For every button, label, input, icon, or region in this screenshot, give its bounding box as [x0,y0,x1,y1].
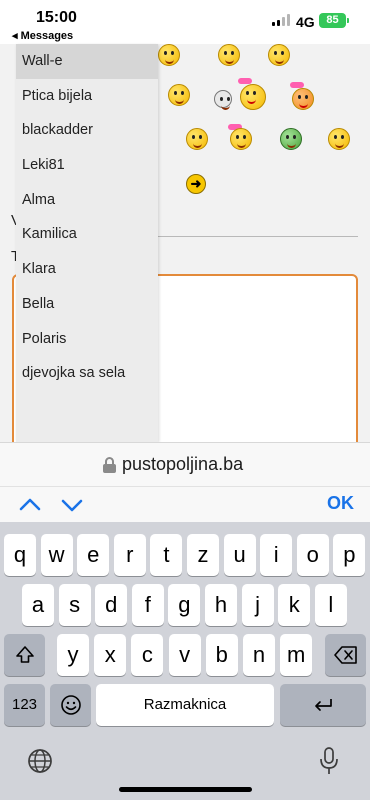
key-h[interactable]: h [205,584,237,626]
key-s[interactable]: s [58,584,91,626]
autocomplete-option[interactable]: Leki81 [16,148,158,183]
key-e[interactable]: e [77,534,110,576]
surprised-girl-emoticon[interactable] [230,128,252,150]
key-c[interactable]: c [131,634,164,676]
camera-girl-emoticon[interactable] [240,84,266,110]
emoji-key[interactable] [50,684,91,726]
signal-icon [272,14,292,26]
back-to-messages-link[interactable]: ◂ Messages [12,29,73,42]
url-text: pustopoljina.ba [122,454,244,474]
surprised-emoticon[interactable] [168,84,190,106]
autocomplete-dropdown: Wall-e Ptica bijela blackadder Leki81 Alma Ka… [16,44,158,442]
autocomplete-option[interactable]: Wall-e [16,44,158,79]
smiley-emoticon[interactable] [158,44,180,66]
key-r[interactable]: r [113,534,146,576]
camera-emoticon[interactable] [214,90,232,110]
key-t[interactable]: t [150,534,183,576]
return-icon [315,699,332,711]
key-y[interactable]: y [57,634,89,676]
url-bar[interactable]: pustopoljina.ba [0,442,370,486]
key-u[interactable]: u [223,534,256,576]
network-type: 4G [296,14,315,30]
key-p[interactable]: p [333,534,366,576]
key-m[interactable]: m [280,634,313,676]
autocomplete-option[interactable]: blackadder [16,113,158,148]
key-f[interactable]: f [131,584,164,626]
tongue-emoticon[interactable] [186,128,208,150]
key-z[interactable]: z [187,534,219,576]
lock-icon [103,457,116,473]
battery-icon: 85 [319,13,349,28]
backspace-key[interactable] [325,634,366,676]
autocomplete-option[interactable]: Polaris [16,322,158,357]
thinking-emoticon[interactable] [328,128,350,150]
globe-icon[interactable] [27,748,53,774]
form-assistant-bar: OK [0,486,370,522]
chevron-up-icon [19,498,41,511]
key-l[interactable]: l [314,584,347,626]
key-a[interactable]: a [22,584,54,626]
previous-field-button[interactable] [16,491,44,519]
arrow-right-icon[interactable]: ➜ [186,174,206,194]
shift-icon [15,646,34,663]
return-key[interactable] [280,684,366,726]
key-x[interactable]: x [94,634,127,676]
autocomplete-option[interactable]: Ptica bijela [16,79,158,114]
space-key[interactable]: Razmaknica [96,684,274,726]
chevron-down-icon [61,499,83,512]
autocomplete-option[interactable]: Klara [16,252,158,287]
emoji-icon [60,695,81,715]
on-screen-keyboard: 123 Razmaknica qwertzuiop asdfghjkl yxcvbn… [0,522,370,800]
key-v[interactable]: v [168,634,201,676]
shift-key[interactable] [4,634,45,676]
autocomplete-option[interactable]: Kamilica [16,217,158,252]
key-o[interactable]: o [296,534,329,576]
autocomplete-option[interactable]: djevojka sa sela [16,356,158,391]
status-time: 15:00 [36,9,77,26]
sick-emoticon[interactable] [280,128,302,150]
numbers-key[interactable]: 123 [4,684,45,726]
smiley-emoticon[interactable] [268,44,290,66]
key-q[interactable]: q [4,534,36,576]
key-k[interactable]: k [278,584,311,626]
status-bar: 15:00 ◂ Messages 4G 85 [0,0,370,44]
backspace-icon [333,646,357,664]
home-indicator [119,787,252,792]
key-g[interactable]: g [168,584,201,626]
smiley-emoticon[interactable] [218,44,240,66]
key-b[interactable]: b [205,634,238,676]
key-w[interactable]: w [40,534,73,576]
autocomplete-option[interactable]: Bella [16,287,158,322]
ok-button[interactable]: OK [327,493,354,514]
girl-emoticon[interactable] [292,88,314,110]
key-j[interactable]: j [241,584,274,626]
autocomplete-option[interactable]: Alma [16,183,158,218]
divider [156,236,358,237]
key-i[interactable]: i [260,534,293,576]
key-n[interactable]: n [243,634,275,676]
screen: 15:00 ◂ Messages 4G 85 ➜ V T [0,0,370,800]
microphone-icon[interactable] [318,746,340,776]
bow-decoration [238,78,252,84]
key-d[interactable]: d [95,584,128,626]
next-field-button[interactable] [58,491,86,519]
